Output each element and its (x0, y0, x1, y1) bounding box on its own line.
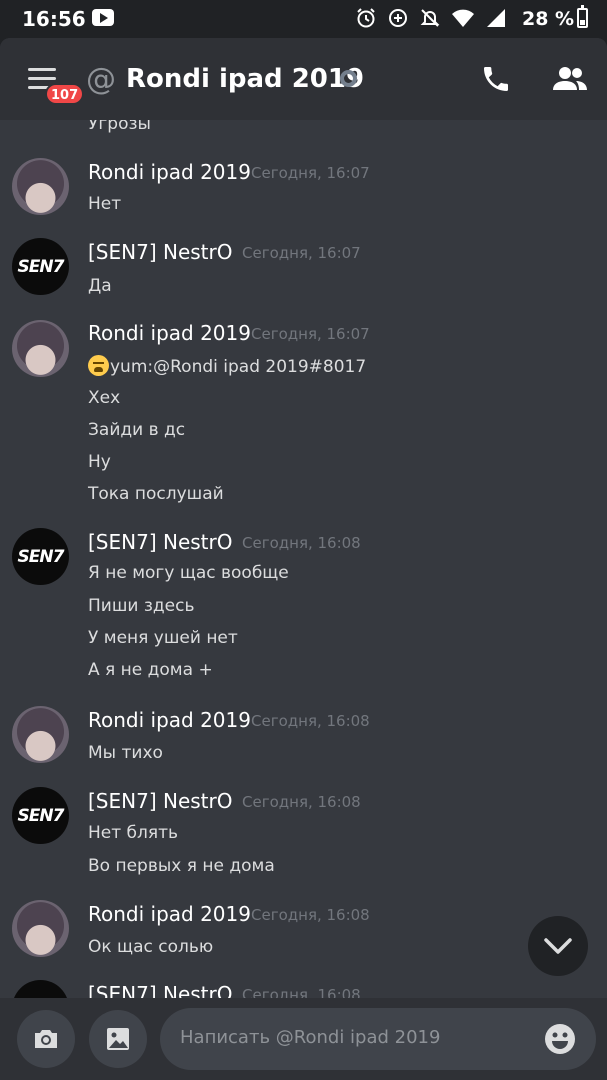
youtube-icon (92, 9, 114, 26)
author-name[interactable]: Rondi ipad 2019 (88, 160, 251, 184)
timestamp: Сегодня, 16:08 (242, 986, 361, 998)
avatar[interactable] (12, 158, 69, 215)
menu-icon-bar (28, 77, 56, 80)
alarm-icon (357, 8, 375, 28)
camera-icon (35, 1030, 57, 1048)
page-title: Rondi ipad 2019 (126, 64, 365, 94)
timestamp: Сегодня, 16:08 (242, 534, 361, 552)
avatar[interactable]: SEN7 (12, 238, 69, 295)
author-name[interactable]: [SEN7] NestrO (88, 240, 232, 264)
message-text: Тока послушай (88, 484, 224, 504)
members-icon[interactable] (552, 64, 588, 94)
status-time: 16:56 (22, 7, 86, 31)
message-input[interactable]: Написать @Rondi ipad 2019 (160, 1008, 596, 1070)
message-text: Я не могу щас вообще (88, 563, 289, 583)
message-text: Ну (88, 452, 111, 472)
timestamp: Сегодня, 16:07 (242, 244, 361, 262)
message-list[interactable]: Угрозы Rondi ipad 2019 Сегодня, 16:07 Не… (0, 120, 607, 998)
avatar-logo-text: SEN7 (17, 256, 65, 277)
message-text: Во первых я не дома (88, 856, 275, 876)
emoji-picker-icon[interactable] (543, 1022, 577, 1056)
channel-header: 107 @ Rondi ipad 2019 (0, 38, 607, 120)
author-name[interactable]: [SEN7] NestrO (88, 982, 232, 998)
message-text: А я не дома + (88, 660, 213, 680)
avatar-logo-text: SEN7 (17, 546, 65, 567)
gallery-button[interactable] (89, 1010, 147, 1068)
message-text: Да (88, 276, 112, 296)
author-name[interactable]: Rondi ipad 2019 (88, 708, 251, 732)
tired-face-emoji-icon (88, 355, 109, 376)
status-bar: 16:56 28 % (0, 0, 607, 38)
avatar[interactable]: SEN7 (12, 787, 69, 844)
battery-icon (577, 5, 588, 28)
author-name[interactable]: Rondi ipad 2019 (88, 902, 251, 926)
battery-percent: 28 % (522, 8, 575, 30)
timestamp: Сегодня, 16:08 (242, 793, 361, 811)
message-text: Мы тихо (88, 743, 163, 763)
message-text: У меня ушей нет (88, 628, 238, 648)
avatar[interactable]: SEN7 (12, 980, 69, 998)
author-name[interactable]: [SEN7] NestrO (88, 530, 232, 554)
jump-to-bottom-button[interactable] (528, 916, 588, 976)
avatar-logo-text: SEN7 (17, 805, 65, 826)
author-name[interactable]: Rondi ipad 2019 (88, 321, 251, 345)
message-text: Нет блять (88, 823, 179, 843)
signal-icon (487, 9, 505, 27)
notifications-off-icon (420, 9, 440, 27)
message-text: Зайди в дс (88, 420, 186, 440)
timestamp: Сегодня, 16:08 (251, 906, 370, 924)
timestamp: Сегодня, 16:07 (251, 164, 370, 182)
message-input-placeholder: Написать @Rondi ipad 2019 (180, 1027, 441, 1048)
message-text: Угрозы (88, 120, 151, 134)
message-text: Нет (88, 194, 122, 214)
avatar[interactable] (12, 900, 69, 957)
timestamp: Сегодня, 16:07 (251, 325, 370, 343)
unread-badge: 107 (45, 83, 85, 105)
wifi-icon (452, 9, 474, 27)
timestamp: Сегодня, 16:08 (251, 712, 370, 730)
camera-button[interactable] (17, 1010, 75, 1068)
message-composer: Написать @Rondi ipad 2019 (0, 998, 607, 1080)
message-text-content: yum:@Rondi ipad 2019#8017 (110, 357, 367, 377)
chevron-down-icon (544, 938, 572, 954)
data-saver-icon (389, 9, 407, 27)
menu-icon (28, 68, 56, 71)
avatar[interactable] (12, 706, 69, 763)
app-window: 107 @ Rondi ipad 2019 Угрозы Rondi ipad … (0, 38, 607, 1080)
message-text: Ок щас солью (88, 937, 214, 957)
message-text: Хех (88, 388, 121, 408)
phone-icon[interactable] (480, 63, 512, 95)
offline-status-icon (340, 70, 357, 87)
at-icon: @ (86, 62, 116, 97)
avatar[interactable] (12, 320, 69, 377)
avatar[interactable]: SEN7 (12, 528, 69, 585)
message-text: Пиши здесь (88, 596, 195, 616)
author-name[interactable]: [SEN7] NestrO (88, 789, 232, 813)
status-icons (355, 7, 507, 29)
image-icon (107, 1028, 129, 1050)
message-text: yum:@Rondi ipad 2019#8017 (88, 355, 366, 377)
